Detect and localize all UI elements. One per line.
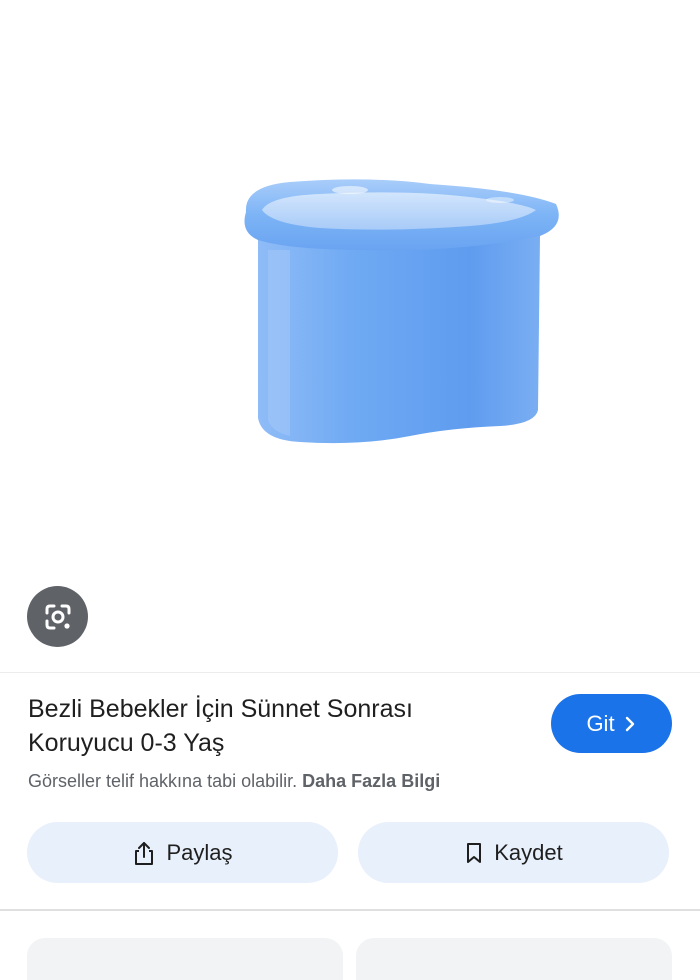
product-title[interactable]: Bezli Bebekler İçin Sünnet Sonrası Koruy… <box>28 692 508 760</box>
section-divider <box>0 909 700 911</box>
share-icon <box>135 841 154 865</box>
image-viewer[interactable] <box>0 0 700 672</box>
more-info-link[interactable]: Daha Fazla Bilgi <box>302 771 440 791</box>
save-button[interactable]: Kaydet <box>358 822 669 883</box>
related-result-card[interactable] <box>356 938 672 980</box>
product-image[interactable] <box>0 0 700 672</box>
related-result-card[interactable] <box>27 938 343 980</box>
visit-button[interactable]: Git <box>551 694 672 753</box>
save-label: Kaydet <box>494 839 563 865</box>
image-detail-page: Bezli Bebekler İçin Sünnet Sonrası Koruy… <box>0 0 700 980</box>
copyright-text: Görseller telif hakkına tabi olabilir. <box>28 771 298 791</box>
section-divider <box>0 672 700 673</box>
share-label: Paylaş <box>166 839 233 865</box>
bookmark-icon <box>467 842 482 863</box>
visit-button-label: Git <box>586 710 615 736</box>
copyright-notice: Görseller telif hakkına tabi olabilir. D… <box>28 769 440 793</box>
lens-search-button[interactable] <box>27 586 88 647</box>
lens-search-icon <box>45 604 70 629</box>
share-button[interactable]: Paylaş <box>27 822 338 883</box>
chevron-right-icon <box>625 716 634 731</box>
